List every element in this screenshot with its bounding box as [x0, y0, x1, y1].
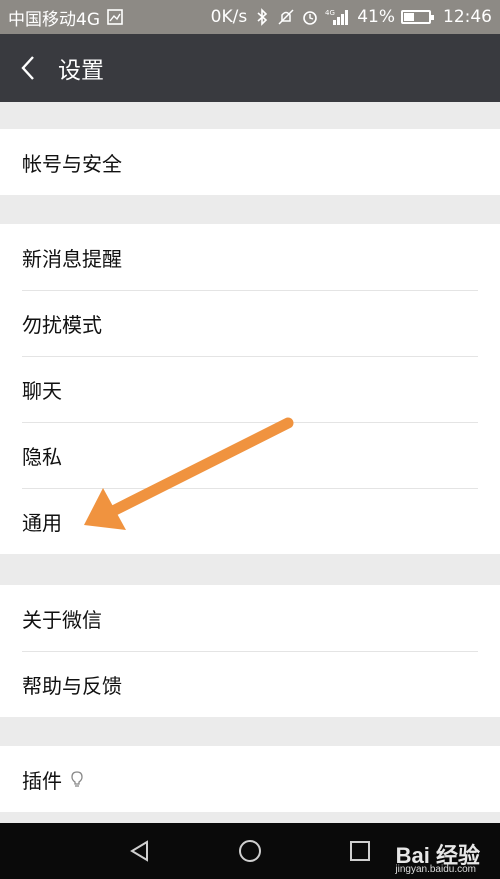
mute-icon — [277, 8, 295, 26]
settings-item-account-security[interactable]: 帐号与安全 — [0, 129, 500, 195]
battery-percent: 41% — [357, 7, 395, 27]
settings-item-plugins[interactable]: 插件 — [0, 746, 500, 812]
square-recents-icon — [350, 841, 370, 861]
settings-item-label: 帐号与安全 — [22, 151, 122, 176]
settings-item-label: 新消息提醒 — [22, 246, 122, 271]
settings-item-label: 勿扰模式 — [22, 312, 102, 337]
settings-group-main: 新消息提醒 勿扰模式 聊天 隐私 通用 — [0, 224, 500, 554]
nav-back-button[interactable] — [85, 823, 195, 879]
chevron-left-icon — [21, 56, 34, 80]
battery-icon — [401, 10, 434, 24]
image-notification-icon — [106, 8, 124, 26]
baidu-watermark-url: jingyan.baidu.com — [395, 864, 476, 875]
circle-home-icon — [239, 840, 261, 862]
page-title: 设置 — [58, 58, 104, 84]
settings-item-label: 通用 — [22, 510, 62, 535]
network-type-label: 4G — [325, 9, 335, 17]
signal-icon: 4G — [325, 8, 351, 26]
settings-item-label: 聊天 — [22, 378, 62, 403]
lightbulb-icon — [70, 770, 84, 788]
settings-item-help-feedback[interactable]: 帮助与反馈 — [0, 651, 500, 717]
back-button[interactable] — [0, 34, 56, 102]
settings-group-plugins: 插件 — [0, 746, 500, 812]
settings-item-do-not-disturb[interactable]: 勿扰模式 — [0, 290, 500, 356]
network-speed: 0K/s — [210, 7, 248, 27]
settings-item-label: 帮助与反馈 — [22, 673, 122, 698]
settings-item-label: 隐私 — [22, 444, 62, 469]
settings-item-notifications[interactable]: 新消息提醒 — [0, 224, 500, 290]
settings-item-chat[interactable]: 聊天 — [0, 356, 500, 422]
settings-item-label: 关于微信 — [22, 607, 102, 632]
settings-item-label: 插件 — [22, 768, 62, 793]
triangle-back-icon — [130, 840, 148, 862]
status-bar: 中国移动4G 0K/s 4G 41% 12:46 — [0, 0, 500, 34]
bluetooth-icon — [253, 8, 271, 26]
settings-item-about-wechat[interactable]: 关于微信 — [0, 585, 500, 651]
settings-group-account: 帐号与安全 — [0, 129, 500, 195]
settings-item-general[interactable]: 通用 — [0, 488, 500, 554]
carrier-label: 中国移动4G — [8, 9, 100, 30]
title-bar: 设置 — [0, 34, 500, 102]
settings-item-privacy[interactable]: 隐私 — [0, 422, 500, 488]
alarm-icon — [301, 8, 319, 26]
battery-fill — [404, 13, 414, 21]
nav-home-button[interactable] — [195, 823, 305, 879]
clock: 12:46 — [443, 7, 492, 27]
settings-group-about: 关于微信 帮助与反馈 — [0, 585, 500, 717]
